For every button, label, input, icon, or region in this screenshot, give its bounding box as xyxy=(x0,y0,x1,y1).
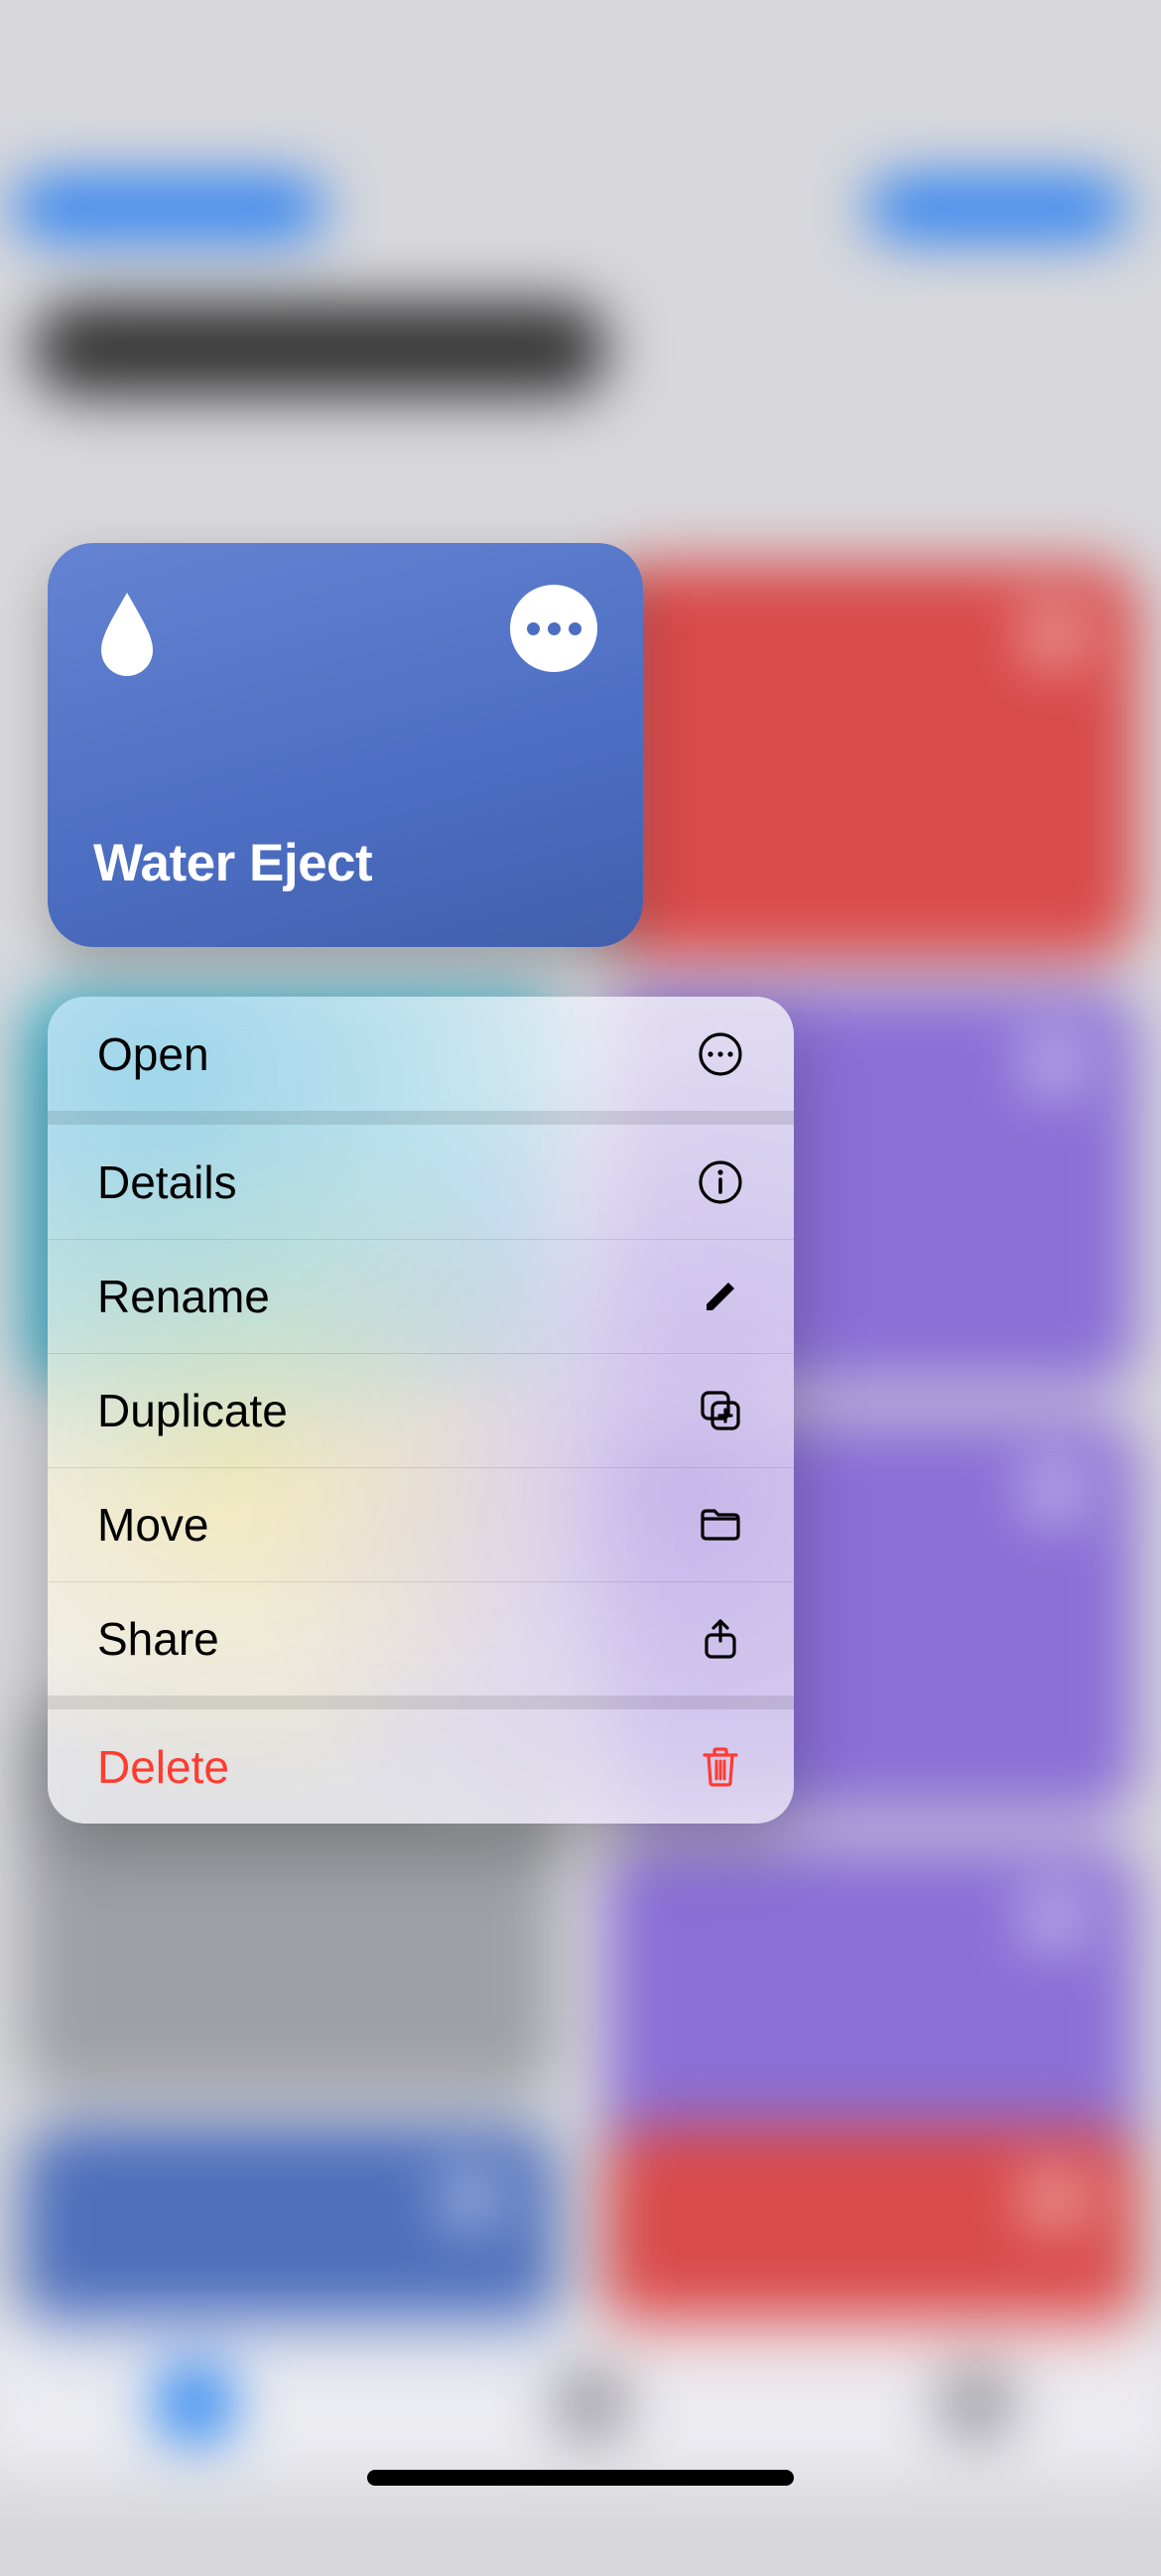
menu-item-delete[interactable]: Delete xyxy=(48,1709,794,1824)
menu-item-move[interactable]: Move xyxy=(48,1467,794,1581)
menu-item-duplicate[interactable]: Duplicate xyxy=(48,1353,794,1467)
menu-item-label: Open xyxy=(97,1027,209,1081)
menu-item-share[interactable]: Share xyxy=(48,1581,794,1695)
context-menu: Open Details Rename Duplicate Move xyxy=(48,997,794,1824)
shortcut-title: Water Eject xyxy=(93,833,597,893)
menu-item-rename[interactable]: Rename xyxy=(48,1239,794,1353)
menu-separator xyxy=(48,1695,794,1709)
menu-item-label: Share xyxy=(97,1612,219,1666)
info-circle-icon xyxy=(697,1158,744,1206)
ellipsis-circle-icon xyxy=(697,1030,744,1078)
shortcut-preview-card[interactable]: Water Eject xyxy=(48,543,643,947)
menu-item-details[interactable]: Details xyxy=(48,1125,794,1239)
folder-icon xyxy=(697,1501,744,1549)
menu-item-label: Details xyxy=(97,1155,237,1209)
menu-item-label: Rename xyxy=(97,1270,270,1323)
more-button[interactable] xyxy=(510,585,597,672)
plus-on-square-icon xyxy=(697,1387,744,1434)
menu-item-label: Move xyxy=(97,1498,208,1552)
menu-item-label: Duplicate xyxy=(97,1384,288,1437)
share-icon xyxy=(697,1615,744,1663)
menu-item-open[interactable]: Open xyxy=(48,997,794,1111)
home-indicator xyxy=(367,2470,794,2486)
trash-icon xyxy=(697,1743,744,1791)
water-drop-icon xyxy=(93,589,161,678)
menu-item-label: Delete xyxy=(97,1740,229,1794)
pencil-icon xyxy=(697,1273,744,1320)
menu-separator xyxy=(48,1111,794,1125)
